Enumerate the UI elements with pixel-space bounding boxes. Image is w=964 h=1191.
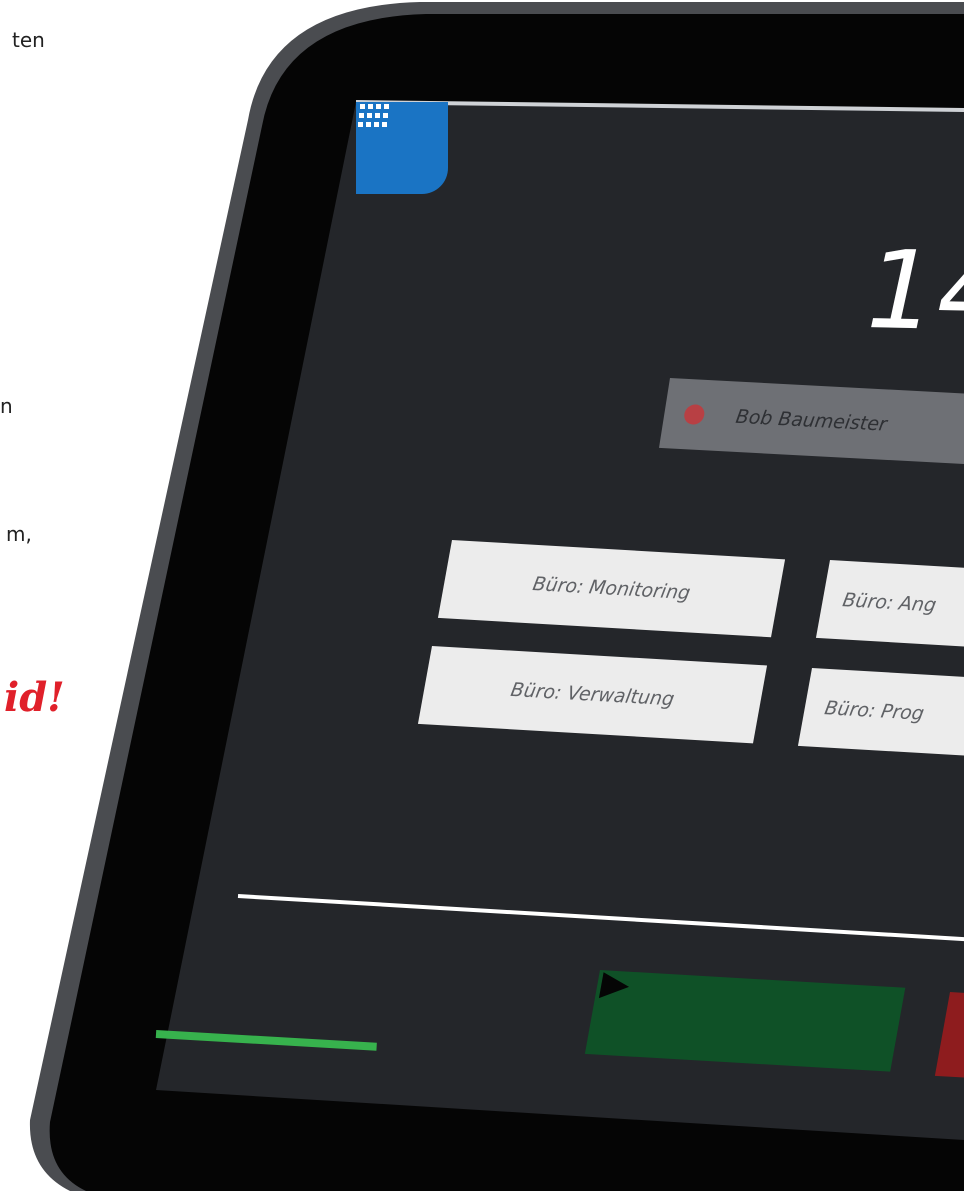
apps-menu-button[interactable] [356, 102, 448, 194]
office-button-prog[interactable]: Büro: Prog [797, 668, 964, 759]
play-button[interactable] [584, 970, 906, 1072]
user-name: Bob Baumeister [734, 405, 889, 436]
page: ten n m, id! 14 Bob Baumeister Büro: Mon… [0, 0, 964, 1191]
tablet-device: 14 Bob Baumeister Büro: Monitoring Büro:… [0, 0, 964, 1191]
user-status-dot [682, 404, 706, 426]
play-icon [598, 972, 630, 999]
apps-grid-icon [358, 104, 389, 127]
office-button-ang[interactable]: Büro: Ang [815, 560, 964, 650]
clock-display: 14 [865, 228, 964, 356]
